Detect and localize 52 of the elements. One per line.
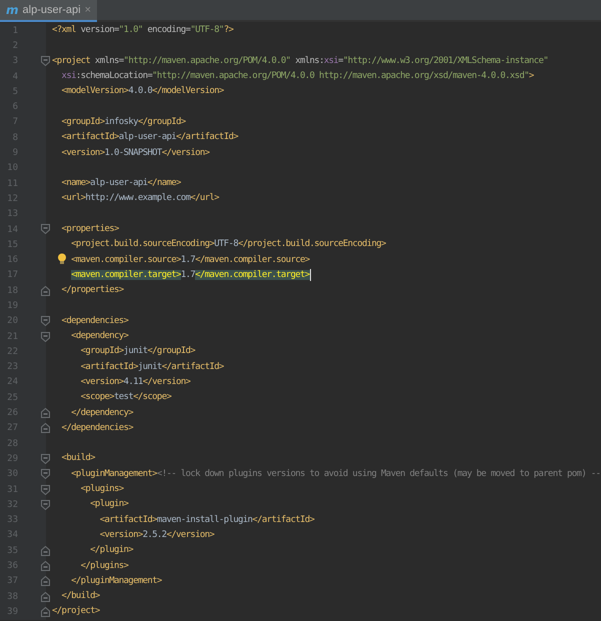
code-line: </dependency> bbox=[71, 406, 134, 420]
code-line: </properties> bbox=[62, 284, 124, 298]
code-line: <project xmlns="http://maven.apache.org/POM/4.0.0" xmlns:xsi="http://www.w3.org/2001/XMLSchema-instance" bbox=[52, 54, 548, 68]
fold-icon[interactable] bbox=[41, 454, 50, 464]
unfold-icon[interactable] bbox=[41, 606, 50, 617]
code-line: </build> bbox=[62, 590, 100, 604]
code-line: </plugin> bbox=[90, 544, 134, 558]
fold-icon[interactable] bbox=[41, 316, 50, 326]
code-line: <project.build.sourceEncoding>UTF-8</project.build.sourceEncoding> bbox=[71, 238, 386, 252]
fold-icon[interactable] bbox=[41, 484, 50, 494]
file-tab[interactable]: m alp-user-api × bbox=[0, 0, 98, 22]
code-line: <version>2.5.2</version> bbox=[100, 528, 214, 542]
code-line: <build> bbox=[62, 452, 95, 466]
fold-icon[interactable] bbox=[41, 500, 50, 510]
code-line: <modelVersion>4.0.0</modelVersion> bbox=[62, 85, 224, 98]
lightbulb-icon[interactable] bbox=[57, 253, 67, 266]
code-line: <version>4.11</version> bbox=[80, 376, 190, 389]
unfold-icon[interactable] bbox=[41, 423, 50, 434]
fold-icon[interactable] bbox=[41, 224, 50, 234]
unfold-icon[interactable] bbox=[41, 286, 50, 296]
unfold-icon[interactable] bbox=[41, 592, 50, 602]
code-line: <groupId>infosky</groupId> bbox=[62, 116, 186, 129]
code-line: </project> bbox=[52, 605, 100, 618]
code-line: <properties> bbox=[62, 223, 119, 236]
code-line: <groupId>junit</groupId> bbox=[80, 345, 196, 358]
code-line: <pluginManagement><!-- lock down plugins versions to avoid using Maven defaults (may be moved to parent pom) -- bbox=[71, 468, 600, 481]
code-line: <version>1.0-SNAPSHOT</version> bbox=[62, 146, 210, 160]
fold-icon[interactable] bbox=[41, 332, 50, 342]
close-icon[interactable]: × bbox=[84, 4, 92, 16]
code-line: <artifactId>junit</artifactId> bbox=[80, 360, 224, 374]
code-line: xsi:schemaLocation="http://maven.apache.org/POM/4.0.0 http://maven.apache.org/xsd/maven-4.0.0.xsd"> bbox=[62, 70, 534, 84]
code-line: <dependency> bbox=[71, 330, 128, 344]
code-line: <name>alp-user-api</name> bbox=[62, 177, 181, 190]
code-line: <maven.compiler.target>1.7</maven.compiler.target> bbox=[71, 268, 310, 282]
code-line: <plugin> bbox=[90, 498, 128, 512]
unfold-icon[interactable] bbox=[41, 576, 50, 586]
code-line: </pluginManagement> bbox=[71, 574, 162, 588]
code-line: </plugins> bbox=[80, 560, 128, 573]
unfold-icon[interactable] bbox=[41, 560, 50, 571]
code-line: <artifactId>maven-install-plugin</artifactId> bbox=[100, 514, 314, 527]
unfold-icon[interactable] bbox=[41, 546, 50, 556]
unfold-icon[interactable] bbox=[41, 408, 50, 418]
code-line: </dependencies> bbox=[62, 422, 134, 435]
code-line: <scope>test</scope> bbox=[80, 391, 172, 404]
code-line: <?xml version="1.0" encoding="UTF-8"?> bbox=[52, 24, 234, 38]
code-line: <artifactId>alp-user-api</artifactId> bbox=[62, 131, 238, 144]
code-line: <dependencies> bbox=[62, 314, 128, 328]
code-line: <url>http://www.example.com</url> bbox=[62, 192, 219, 206]
fold-icon[interactable] bbox=[41, 56, 50, 66]
code-line: <plugins> bbox=[80, 483, 124, 496]
fold-icon[interactable] bbox=[41, 469, 50, 480]
code-line: <maven.compiler.source>1.7</maven.compiler.source> bbox=[71, 254, 310, 267]
